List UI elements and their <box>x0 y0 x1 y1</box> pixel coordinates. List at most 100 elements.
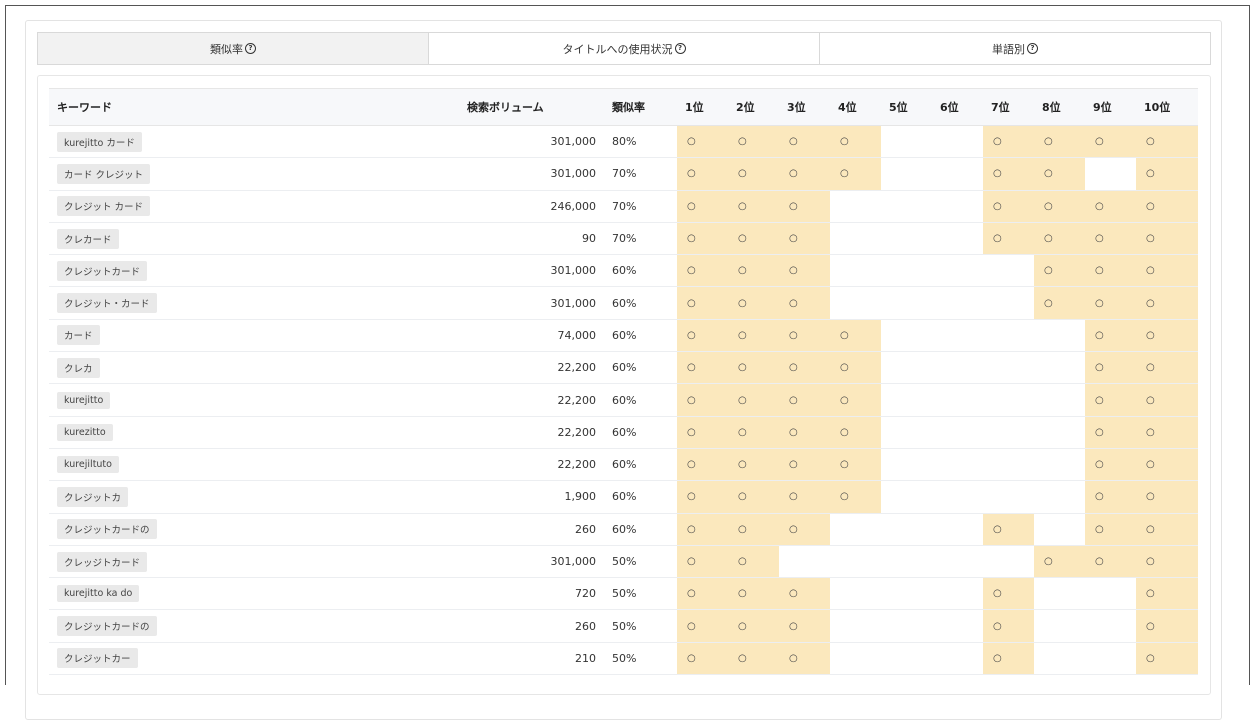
rank-6-cell <box>932 286 983 320</box>
rank-mark: ○ <box>738 297 747 309</box>
keyword-tag[interactable]: kurejitto カード <box>57 131 142 152</box>
rank-mark: ○ <box>1146 329 1155 341</box>
rank-3-cell: ○ <box>779 383 830 417</box>
header-rank-1: 1位 <box>677 88 728 126</box>
rank-9-cell <box>1085 642 1136 676</box>
rank-5-cell <box>881 222 932 256</box>
tab-title-usage[interactable]: タイトルへの使用状況 ? <box>429 33 820 64</box>
similarity-cell: 50% <box>604 577 677 611</box>
rank-6-cell <box>932 416 983 449</box>
volume-cell: 22,200 <box>459 383 604 417</box>
rank-8-cell <box>1034 577 1085 611</box>
rank-8-cell: ○ <box>1034 254 1085 288</box>
keyword-tag[interactable]: クレジット・カード <box>57 293 157 314</box>
volume-cell: 22,200 <box>459 448 604 482</box>
volume-cell: 74,000 <box>459 319 604 353</box>
keyword-tag[interactable]: クレジットカードの <box>57 616 157 637</box>
rank-mark: ○ <box>1044 200 1053 212</box>
rank-7-cell <box>983 286 1034 320</box>
rank-mark: ○ <box>1146 168 1155 180</box>
rank-mark: ○ <box>1095 297 1104 309</box>
keyword-tag[interactable]: クレジット カード <box>57 196 151 217</box>
keyword-tag[interactable]: kurejitto <box>57 391 111 409</box>
rank-1-cell: ○ <box>677 254 728 288</box>
rank-mark: ○ <box>687 329 696 341</box>
header-rank-10: 10位 <box>1136 88 1198 126</box>
keyword-tag[interactable]: kurejitto ka do <box>57 585 140 603</box>
keyword-tag[interactable]: カード クレジット <box>57 163 151 184</box>
rank-4-cell <box>830 609 881 643</box>
help-icon[interactable]: ? <box>674 43 686 54</box>
rank-8-cell <box>1034 609 1085 643</box>
rank-9-cell: ○ <box>1085 351 1136 385</box>
rank-2-cell: ○ <box>728 416 779 449</box>
keyword-tag[interactable]: クレカード <box>57 228 119 249</box>
rank-3-cell: ○ <box>779 448 830 482</box>
rank-4-cell: ○ <box>830 448 881 482</box>
rank-8-cell: ○ <box>1034 286 1085 320</box>
rank-6-cell <box>932 383 983 417</box>
rank-10-cell: ○ <box>1136 125 1198 159</box>
rank-3-cell: ○ <box>779 254 830 288</box>
rank-mark: ○ <box>738 362 747 374</box>
rank-mark: ○ <box>687 620 696 632</box>
similarity-cell: 60% <box>604 319 677 353</box>
rank-3-cell: ○ <box>779 609 830 643</box>
keyword-tag[interactable]: クレカ <box>57 357 100 378</box>
keyword-tag[interactable]: クレッジトカード <box>57 551 148 572</box>
keyword-tag[interactable]: kurejiltuto <box>57 456 119 474</box>
rank-mark: ○ <box>1095 491 1104 503</box>
rank-5-cell <box>881 642 932 676</box>
rank-mark: ○ <box>840 394 849 406</box>
rank-mark: ○ <box>738 620 747 632</box>
rank-10-cell: ○ <box>1136 448 1198 482</box>
keyword-cell: クレジット カード <box>49 190 459 223</box>
rank-mark: ○ <box>993 588 1002 600</box>
tab-by-word[interactable]: 単語別 ? <box>820 33 1210 64</box>
rank-4-cell: ○ <box>830 157 881 191</box>
rank-9-cell: ○ <box>1085 222 1136 256</box>
rank-8-cell: ○ <box>1034 125 1085 159</box>
rank-4-cell <box>830 642 881 676</box>
rank-3-cell: ○ <box>779 642 830 676</box>
rank-8-cell <box>1034 513 1085 546</box>
rank-9-cell: ○ <box>1085 190 1136 223</box>
keyword-tag[interactable]: クレジットカー <box>57 648 138 669</box>
rank-mark: ○ <box>738 652 747 664</box>
rank-mark: ○ <box>789 491 798 503</box>
keyword-tag[interactable]: クレジットカード <box>57 260 148 281</box>
rank-3-cell: ○ <box>779 222 830 256</box>
rank-4-cell: ○ <box>830 416 881 449</box>
keyword-tag[interactable]: kurezitto <box>57 423 113 441</box>
rank-1-cell: ○ <box>677 286 728 320</box>
similarity-cell: 60% <box>604 286 677 320</box>
rank-mark: ○ <box>687 168 696 180</box>
rank-mark: ○ <box>687 556 696 567</box>
rank-10-cell: ○ <box>1136 190 1198 223</box>
rank-5-cell <box>881 157 932 191</box>
rank-9-cell: ○ <box>1085 448 1136 482</box>
rank-8-cell <box>1034 448 1085 482</box>
help-icon[interactable]: ? <box>1027 43 1038 54</box>
tab-similarity[interactable]: 類似率 ? <box>38 33 429 64</box>
similarity-cell: 60% <box>604 448 677 482</box>
rank-mark: ○ <box>993 233 1002 245</box>
rank-mark: ○ <box>1146 459 1155 471</box>
rank-4-cell: ○ <box>830 383 881 417</box>
rank-7-cell: ○ <box>983 190 1034 223</box>
help-icon[interactable]: ? <box>245 43 256 54</box>
rank-mark: ○ <box>687 588 696 600</box>
rank-mark: ○ <box>1095 556 1104 567</box>
keyword-tag[interactable]: クレジットカ <box>57 486 129 507</box>
rank-8-cell <box>1034 319 1085 353</box>
volume-cell: 301,000 <box>459 545 604 579</box>
rank-2-cell: ○ <box>728 125 779 159</box>
rank-mark: ○ <box>738 588 747 600</box>
rank-5-cell <box>881 254 932 288</box>
keyword-tag[interactable]: クレジットカードの <box>57 519 157 540</box>
rank-2-cell: ○ <box>728 254 779 288</box>
rank-10-cell: ○ <box>1136 609 1198 643</box>
similarity-cell: 60% <box>604 513 677 546</box>
rank-7-cell <box>983 319 1034 353</box>
keyword-tag[interactable]: カード <box>57 325 100 346</box>
